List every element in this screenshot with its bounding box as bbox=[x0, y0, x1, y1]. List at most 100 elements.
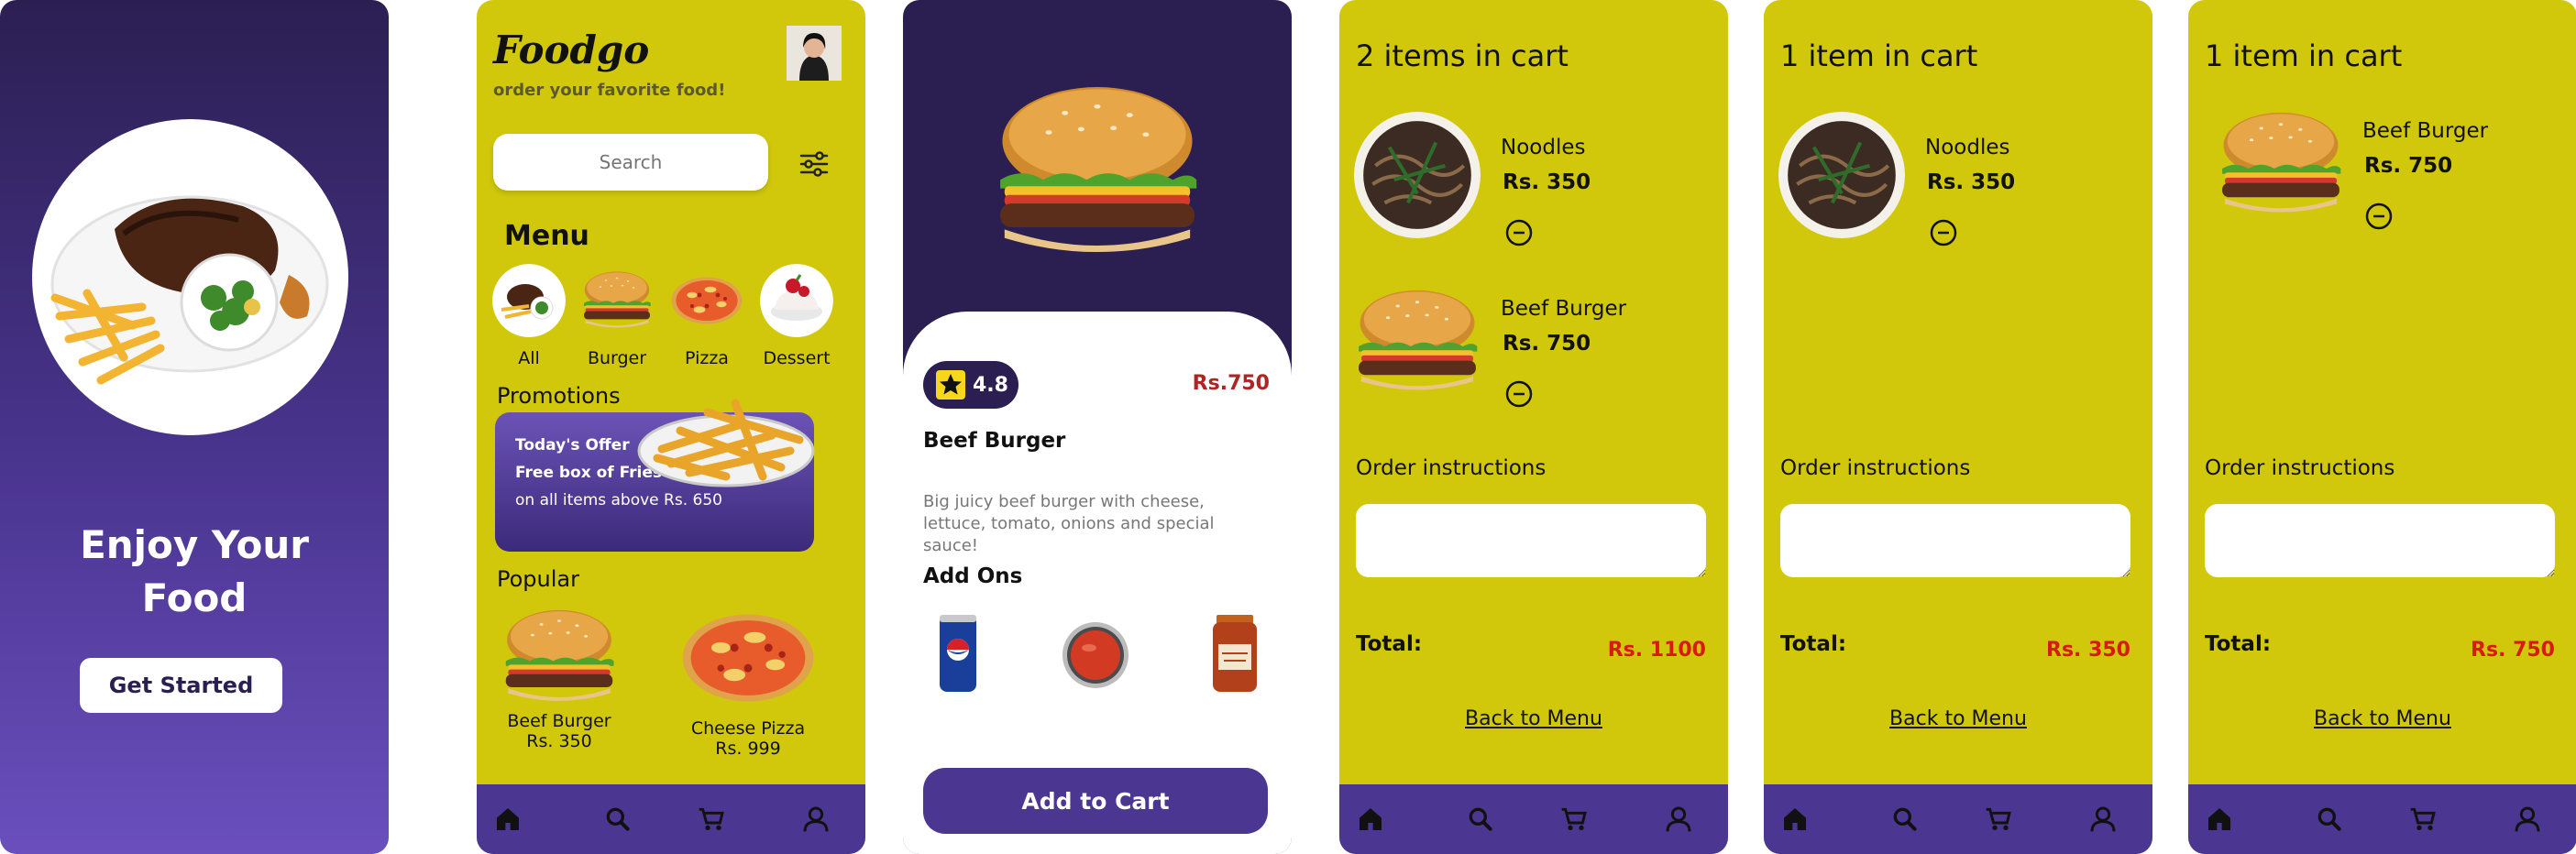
category-pizza[interactable]: Pizza bbox=[667, 264, 746, 368]
bottom-tab-bar bbox=[2188, 784, 2576, 854]
back-to-menu-link[interactable]: Back to Menu bbox=[1764, 707, 2152, 730]
tomato-sauce-bowl-icon[interactable] bbox=[1057, 609, 1134, 695]
splash-screen: Enjoy Your Food Get Started bbox=[0, 0, 389, 854]
total-label: Total: bbox=[1356, 632, 1423, 656]
home-icon[interactable] bbox=[1780, 805, 1810, 834]
hero-plate-image bbox=[32, 119, 348, 435]
category-label: Burger bbox=[587, 348, 647, 368]
back-to-menu-link[interactable]: Back to Menu bbox=[2188, 707, 2576, 730]
bottom-tab-bar bbox=[1764, 784, 2152, 854]
menu-title: Menu bbox=[504, 220, 589, 252]
add-to-cart-button[interactable]: Add to Cart bbox=[923, 768, 1268, 834]
order-instructions-field[interactable] bbox=[1356, 504, 1706, 577]
profile-icon[interactable] bbox=[2513, 805, 2542, 834]
back-to-menu-link[interactable]: Back to Menu bbox=[1339, 707, 1728, 730]
burger-icon bbox=[500, 607, 619, 707]
cart-item-price: Rs. 350 bbox=[1503, 170, 1591, 194]
rating-value: 4.8 bbox=[973, 374, 1008, 397]
profile-icon[interactable] bbox=[801, 805, 831, 834]
popular-item-name: Beef Burger bbox=[507, 711, 611, 731]
cart-icon[interactable] bbox=[2408, 805, 2438, 834]
cart-title: 1 item in cart bbox=[1780, 38, 1978, 73]
promo-headline: Today's Offer bbox=[515, 436, 630, 454]
cart-title: 2 items in cart bbox=[1356, 38, 1569, 73]
noodles-image bbox=[1777, 110, 1907, 240]
popular-item-cheese-pizza[interactable]: Cheese Pizza Rs. 999 bbox=[675, 610, 821, 759]
home-screen: Foodgo order your favorite food! Menu Al… bbox=[477, 0, 865, 854]
cart-screen-2: 1 item in cart Noodles Rs. 350 Order ins… bbox=[1764, 0, 2152, 854]
remove-item-icon[interactable] bbox=[1504, 379, 1534, 409]
category-label: Pizza bbox=[685, 348, 729, 368]
search-icon[interactable] bbox=[2315, 805, 2344, 834]
order-instructions-field[interactable] bbox=[2205, 504, 2555, 577]
product-description: Big juicy beef burger with cheese, lettu… bbox=[923, 492, 1215, 555]
popular-item-beef-burger[interactable]: Beef Burger Rs. 350 bbox=[495, 607, 623, 751]
burger-hero-image bbox=[960, 81, 1235, 264]
search-icon[interactable] bbox=[1890, 805, 1920, 834]
star-icon bbox=[936, 370, 965, 400]
cart-screen-1: 2 items in cart Noodles Rs. 350 Beef Bur… bbox=[1339, 0, 1728, 854]
get-started-button[interactable]: Get Started bbox=[80, 658, 282, 713]
order-instructions-label: Order instructions bbox=[1356, 456, 1547, 480]
splash-title-line1: Enjoy Your bbox=[80, 522, 309, 567]
category-all[interactable]: All bbox=[490, 264, 568, 368]
profile-icon[interactable] bbox=[1664, 805, 1693, 834]
total-value: Rs. 750 bbox=[2471, 639, 2555, 662]
search-icon[interactable] bbox=[1466, 805, 1495, 834]
sauce-jar-icon[interactable] bbox=[1196, 609, 1273, 695]
bottom-tab-bar bbox=[1339, 784, 1728, 854]
noodles-image bbox=[1352, 110, 1482, 240]
profile-icon[interactable] bbox=[2088, 805, 2118, 834]
burger-icon bbox=[2216, 95, 2346, 233]
burger-icon bbox=[1352, 273, 1482, 411]
popular-title: Popular bbox=[497, 566, 579, 592]
category-label: All bbox=[518, 348, 540, 368]
filter-icon[interactable] bbox=[798, 148, 831, 180]
splash-title-line2: Food bbox=[141, 575, 248, 620]
detail-card: 4.8 Rs.750 Beef Burger Big juicy beef bu… bbox=[903, 312, 1292, 854]
burger-icon bbox=[580, 264, 654, 337]
category-dessert[interactable]: Dessert bbox=[757, 264, 836, 368]
steak-plate-icon bbox=[492, 264, 566, 337]
popular-item-price: Rs. 999 bbox=[715, 739, 781, 759]
cart-item-name: Beef Burger bbox=[2362, 119, 2489, 143]
search-input[interactable] bbox=[493, 134, 768, 191]
cart-item-price: Rs. 750 bbox=[1503, 332, 1591, 356]
remove-item-icon[interactable] bbox=[2364, 202, 2394, 231]
cart-icon[interactable] bbox=[697, 805, 726, 834]
cart-item-price: Rs. 750 bbox=[2364, 154, 2453, 178]
cart-item-name: Noodles bbox=[1925, 136, 2010, 159]
home-icon[interactable] bbox=[2205, 805, 2234, 834]
cart-title: 1 item in cart bbox=[2205, 38, 2403, 73]
brand-logo: Foodgo bbox=[493, 27, 650, 72]
rating-badge: 4.8 bbox=[923, 361, 1018, 409]
pizza-icon bbox=[679, 610, 817, 706]
order-instructions-label: Order instructions bbox=[2205, 456, 2395, 480]
cart-icon[interactable] bbox=[1984, 805, 2013, 834]
order-instructions-label: Order instructions bbox=[1780, 456, 1971, 480]
bottom-tab-bar bbox=[477, 784, 865, 854]
category-label: Dessert bbox=[763, 348, 831, 368]
pepsi-can-icon[interactable] bbox=[919, 609, 996, 695]
promo-condition: on all items above Rs. 650 bbox=[515, 491, 722, 509]
cart-item-name: Noodles bbox=[1501, 136, 1586, 159]
product-detail-screen: 4.8 Rs.750 Beef Burger Big juicy beef bu… bbox=[903, 0, 1292, 854]
home-icon[interactable] bbox=[1356, 805, 1385, 834]
pizza-icon bbox=[670, 264, 743, 337]
cart-screen-3: 1 item in cart Beef Burger Rs. 750 Order… bbox=[2188, 0, 2576, 854]
total-label: Total: bbox=[2205, 632, 2272, 656]
search-icon[interactable] bbox=[603, 805, 633, 834]
order-instructions-field[interactable] bbox=[1780, 504, 2130, 577]
product-price: Rs.750 bbox=[1192, 372, 1270, 395]
cart-icon[interactable] bbox=[1559, 805, 1589, 834]
remove-item-icon[interactable] bbox=[1504, 218, 1534, 247]
category-burger[interactable]: Burger bbox=[578, 264, 656, 368]
dessert-icon bbox=[760, 264, 833, 337]
addons-title: Add Ons bbox=[923, 564, 1023, 588]
remove-item-icon[interactable] bbox=[1929, 218, 1958, 247]
total-value: Rs. 350 bbox=[2046, 639, 2130, 662]
product-name: Beef Burger bbox=[923, 429, 1066, 453]
home-icon[interactable] bbox=[493, 805, 523, 834]
avatar[interactable] bbox=[787, 26, 842, 81]
popular-item-name: Cheese Pizza bbox=[690, 718, 806, 739]
